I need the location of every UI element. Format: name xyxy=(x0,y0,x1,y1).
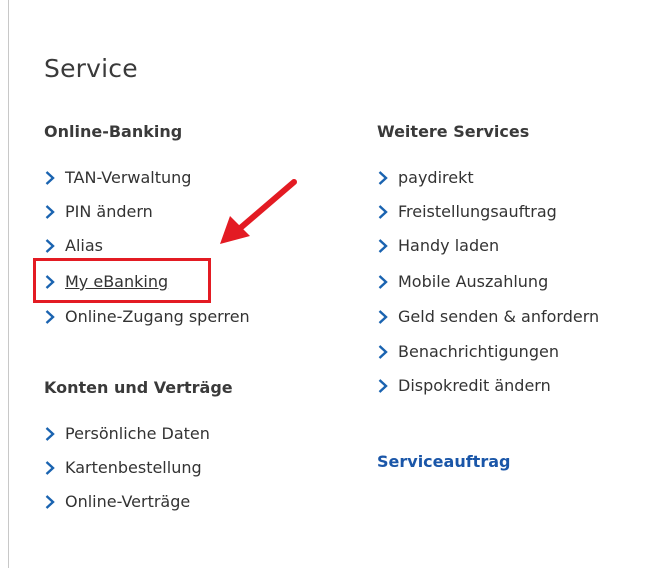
link-label: Online-Verträge xyxy=(65,492,191,511)
link-label: Online-Zugang sperren xyxy=(65,307,250,326)
link-label: Persönliche Daten xyxy=(65,424,210,443)
link-label: PIN ändern xyxy=(65,202,153,221)
link-label: paydirekt xyxy=(398,168,474,187)
link-label: Freistellungsauftrag xyxy=(398,202,557,221)
chevron-right-icon xyxy=(377,170,389,186)
konten-heading: Konten und Verträge xyxy=(44,378,233,397)
link-kartenbestellung[interactable]: Kartenbestellung xyxy=(44,458,202,477)
link-label: Mobile Auszahlung xyxy=(398,272,549,291)
red-arrow-icon xyxy=(216,178,300,252)
link-paydirekt[interactable]: paydirekt xyxy=(377,168,474,187)
chevron-right-icon xyxy=(44,426,56,442)
link-geld-senden[interactable]: Geld senden & anfordern xyxy=(377,307,599,326)
link-freistellungsauftrag[interactable]: Freistellungsauftrag xyxy=(377,202,557,221)
link-mobile-auszahlung[interactable]: Mobile Auszahlung xyxy=(377,272,548,291)
chevron-right-icon xyxy=(377,238,389,254)
panel-left-border xyxy=(8,0,9,568)
chevron-right-icon xyxy=(44,460,56,476)
chevron-right-icon xyxy=(44,494,56,510)
chevron-right-icon xyxy=(44,309,56,325)
chevron-right-icon xyxy=(44,238,56,254)
link-alias[interactable]: Alias xyxy=(44,236,103,255)
link-benachrichtigungen[interactable]: Benachrichtigungen xyxy=(377,342,559,361)
link-label: Kartenbestellung xyxy=(65,458,202,477)
online-banking-heading: Online-Banking xyxy=(44,122,183,141)
link-label: Alias xyxy=(65,236,103,255)
link-label: Geld senden & anfordern xyxy=(398,307,600,326)
chevron-right-icon xyxy=(377,378,389,394)
link-dispokredit-aendern[interactable]: Dispokredit ändern xyxy=(377,376,551,395)
link-persoenliche-daten[interactable]: Persönliche Daten xyxy=(44,424,210,443)
chevron-right-icon xyxy=(377,309,389,325)
highlight-box xyxy=(33,258,211,303)
link-tan-verwaltung[interactable]: TAN-Verwaltung xyxy=(44,168,191,187)
link-online-zugang-sperren[interactable]: Online-Zugang sperren xyxy=(44,307,250,326)
link-handy-laden[interactable]: Handy laden xyxy=(377,236,499,255)
link-label: TAN-Verwaltung xyxy=(65,168,192,187)
chevron-right-icon xyxy=(44,170,56,186)
link-online-vertraege[interactable]: Online-Verträge xyxy=(44,492,190,511)
chevron-right-icon xyxy=(377,204,389,220)
chevron-right-icon xyxy=(377,344,389,360)
weitere-services-heading: Weitere Services xyxy=(377,122,530,141)
link-label: Benachrichtigungen xyxy=(398,342,559,361)
chevron-right-icon xyxy=(377,274,389,290)
serviceauftrag-link[interactable]: Serviceauftrag xyxy=(377,452,510,471)
link-label: Handy laden xyxy=(398,236,500,255)
page-title: Service xyxy=(44,54,138,83)
chevron-right-icon xyxy=(44,204,56,220)
link-pin-aendern[interactable]: PIN ändern xyxy=(44,202,153,221)
link-label: Dispokredit ändern xyxy=(398,376,551,395)
